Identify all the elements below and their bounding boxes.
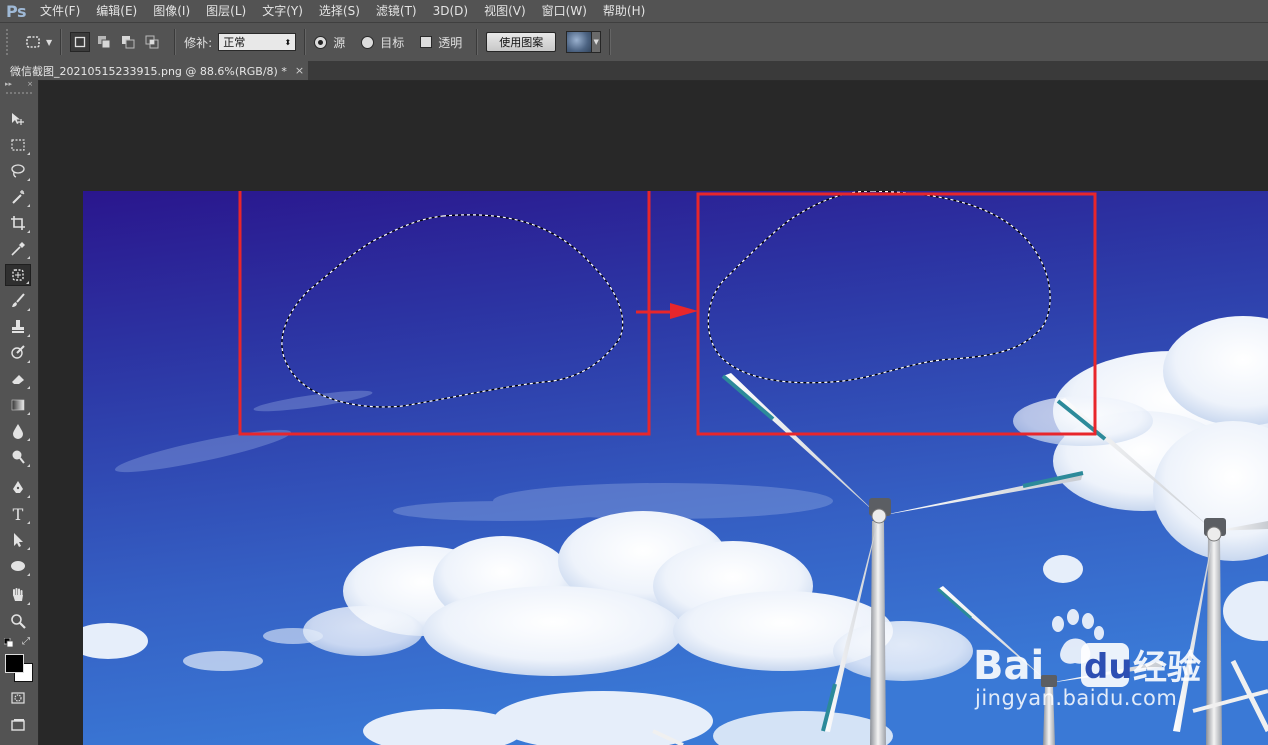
subtract-selection-icon	[122, 36, 135, 49]
divider	[476, 29, 479, 55]
baidu-logo-text: Bai du 经验	[973, 643, 1201, 689]
intersect-selection-button[interactable]	[142, 32, 162, 52]
magic-wand-tool-icon[interactable]	[5, 186, 31, 208]
move-tool-icon[interactable]	[5, 108, 31, 130]
default-colors-icon[interactable]	[3, 637, 14, 648]
brush-tool-icon[interactable]	[5, 290, 31, 312]
canvas-image: Bai du 经验	[83, 191, 1268, 745]
document-tab[interactable]: 微信截图_20210515233915.png @ 88.6%(RGB/8) *…	[0, 61, 308, 80]
history-brush-tool-icon[interactable]	[5, 342, 31, 364]
updown-icon: ⬍	[284, 37, 292, 47]
divider	[174, 29, 177, 55]
pattern-dropdown-icon[interactable]: ▼	[592, 31, 602, 53]
menu-3d[interactable]: 3D(D)	[425, 0, 476, 22]
tools-panel: ▸▸ × T ⤢	[0, 80, 39, 745]
tools-panel-header: ▸▸ ×	[0, 80, 38, 90]
eraser-tool-icon[interactable]	[5, 368, 31, 390]
menu-filter[interactable]: 滤镜(T)	[368, 0, 425, 22]
marquee-tool-icon[interactable]	[5, 134, 31, 156]
crop-tool-icon[interactable]	[5, 212, 31, 234]
patch-mode-value: 正常	[223, 36, 246, 49]
new-selection-button[interactable]	[70, 32, 91, 52]
options-bar: ▼ 修补: 正常 ⬍ 源 目标 透明 使用图案 ▼	[0, 22, 1268, 62]
tools-panel-grip[interactable]	[6, 92, 32, 100]
menu-bar: Ps 文件(F) 编辑(E) 图像(I) 图层(L) 文字(Y) 选择(S) 滤…	[0, 0, 1268, 22]
target-radio[interactable]	[361, 35, 375, 49]
ellipse-tool-icon[interactable]	[5, 555, 31, 577]
menu-image[interactable]: 图像(I)	[145, 0, 198, 22]
add-selection-icon	[98, 36, 111, 49]
divider	[304, 29, 307, 55]
expand-panel-icon[interactable]: ▸▸	[5, 80, 12, 90]
add-to-selection-button[interactable]	[94, 32, 114, 52]
patch-preset-icon	[26, 36, 40, 48]
intersect-selection-icon	[145, 35, 159, 49]
hand-tool-icon[interactable]	[5, 584, 31, 606]
svg-text:du: du	[1084, 647, 1133, 687]
close-icon[interactable]: ×	[295, 64, 304, 77]
menu-layer[interactable]: 图层(L)	[198, 0, 254, 22]
clone-stamp-tool-icon[interactable]	[5, 316, 31, 338]
close-panel-icon[interactable]: ×	[27, 80, 33, 90]
type-tool-glyph: T	[12, 504, 24, 524]
source-radio[interactable]	[314, 35, 328, 49]
patch-label: 修补:	[184, 35, 213, 50]
dodge-tool-icon[interactable]	[5, 446, 31, 468]
menu-edit[interactable]: 编辑(E)	[88, 0, 145, 22]
patch-tool-icon[interactable]	[5, 264, 31, 286]
options-bar-grip[interactable]	[6, 29, 14, 55]
document-tab-bar: 微信截图_20210515233915.png @ 88.6%(RGB/8) *…	[0, 61, 1268, 81]
divider	[609, 29, 612, 55]
menu-help[interactable]: 帮助(H)	[595, 0, 653, 22]
tool-preset-picker[interactable]: ▼	[24, 29, 52, 55]
pen-tool-icon[interactable]	[5, 477, 31, 499]
patch-mode-select[interactable]: 正常 ⬍	[218, 33, 297, 51]
chevron-down-icon: ▼	[46, 37, 53, 47]
target-label: 目标	[380, 35, 405, 50]
divider	[60, 29, 63, 55]
source-label: 源	[333, 35, 346, 50]
document-canvas[interactable]: Bai du 经验	[83, 191, 1268, 745]
baidu-watermark-url: jingyan.baidu.com	[975, 686, 1178, 710]
subtract-from-selection-button[interactable]	[118, 32, 138, 52]
svg-text:经验: 经验	[1133, 648, 1201, 688]
svg-text:Bai: Bai	[973, 643, 1044, 689]
transparent-label: 透明	[438, 35, 463, 50]
use-pattern-button[interactable]: 使用图案	[486, 32, 557, 52]
blur-tool-icon[interactable]	[5, 420, 31, 442]
menu-select[interactable]: 选择(S)	[311, 0, 368, 22]
menu-type[interactable]: 文字(Y)	[254, 0, 311, 22]
zoom-tool-icon[interactable]	[5, 610, 31, 632]
menu-view[interactable]: 视图(V)	[476, 0, 534, 22]
new-selection-icon	[75, 36, 86, 48]
screen-mode-icon[interactable]	[5, 714, 31, 736]
path-selection-tool-icon[interactable]	[5, 529, 31, 551]
transparent-checkbox[interactable]	[420, 36, 433, 48]
menu-file[interactable]: 文件(F)	[32, 0, 88, 22]
document-tab-title: 微信截图_20210515233915.png @ 88.6%(RGB/8) *	[10, 64, 287, 78]
pattern-swatch[interactable]	[566, 31, 593, 53]
eyedropper-tool-icon[interactable]	[5, 238, 31, 260]
gradient-tool-icon[interactable]	[5, 394, 31, 416]
photoshop-logo: Ps	[6, 1, 26, 21]
menu-window[interactable]: 窗口(W)	[534, 0, 595, 22]
quick-mask-icon[interactable]	[5, 687, 31, 709]
foreground-color-swatch[interactable]	[5, 654, 24, 673]
type-tool-icon[interactable]: T	[5, 503, 31, 525]
swap-colors-icon[interactable]: ⤢	[22, 636, 30, 647]
lasso-tool-icon[interactable]	[5, 160, 31, 182]
